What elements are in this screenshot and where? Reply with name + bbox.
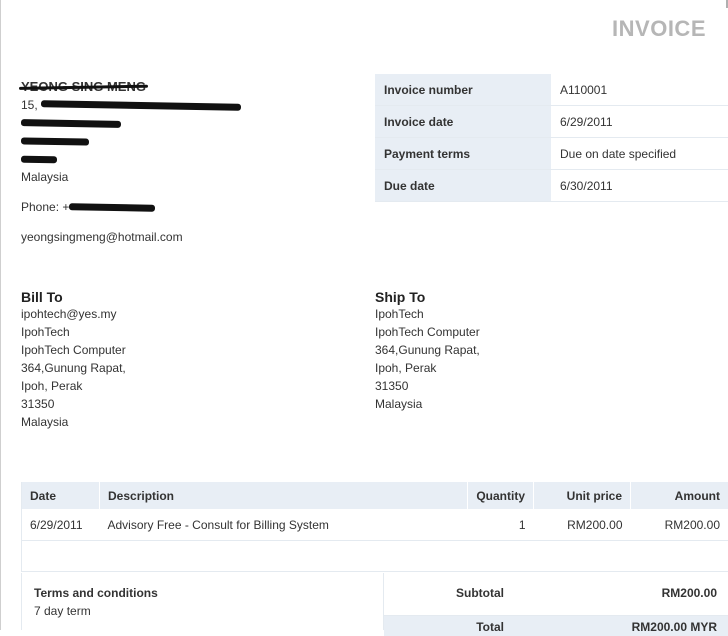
sender-address-line3 [21,132,241,150]
cell-date: 6/29/2011 [22,509,100,541]
meta-value: 6/30/2011 [551,170,728,202]
ship-to-line: Malaysia [375,395,480,413]
totals-block: Subtotal RM200.00 Total RM200.00 MYR [383,573,728,630]
total-row: Total RM200.00 MYR [384,616,728,636]
line-items-table: Date Description Quantity Unit price Amo… [21,482,728,572]
meta-row-invoice-date: Invoice date 6/29/2011 [375,106,728,138]
sender-block: YEONG SING MENG 15, Malaysia Phone: + ye… [21,78,241,246]
ship-to-line: 364,Gunung Rapat, [375,341,480,359]
sender-address-line4 [21,150,241,168]
meta-row-invoice-number: Invoice number A110001 [375,74,728,106]
bill-to-line: IpohTech Computer [21,341,126,359]
bill-to-line: 364,Gunung Rapat, [21,359,126,377]
cell-quantity: 1 [468,509,534,541]
meta-label: Due date [375,170,551,202]
column-header-description: Description [100,482,468,509]
bill-to-line: 31350 [21,395,126,413]
cell-unit-price: RM200.00 [534,509,631,541]
terms-label: Terms and conditions [34,586,158,600]
ship-to-heading: Ship To [375,289,480,305]
redaction-mark [21,119,121,129]
meta-value: 6/29/2011 [551,106,728,138]
sender-phone: Phone: + [21,198,241,216]
redaction-mark [21,155,57,165]
terms-value: 7 day term [34,604,91,618]
meta-label: Payment terms [375,138,551,170]
meta-row-payment-terms: Payment terms Due on date specified [375,138,728,170]
ship-to-line: IpohTech [375,305,480,323]
sender-address-line1: 15, [21,96,241,114]
redaction-mark [41,101,241,111]
subtotal-label: Subtotal [456,586,504,600]
ship-to-line: 31350 [375,377,480,395]
sender-name-redacted: YEONG SING MENG [21,78,146,96]
sender-address-line2 [21,114,241,132]
ship-to-block: Ship To IpohTech IpohTech Computer 364,G… [375,289,480,413]
bill-to-line: Malaysia [21,413,126,431]
invoice-title: INVOICE [612,16,706,42]
bill-to-block: Bill To ipohtech@yes.my IpohTech IpohTec… [21,289,126,431]
meta-label: Invoice date [375,106,551,138]
terms-block: Terms and conditions 7 day term [21,573,384,630]
meta-value: Due on date specified [551,138,728,170]
subtotal-amount: RM200.00 [662,586,717,600]
column-header-date: Date [22,482,100,509]
page-left-edge [0,0,1,630]
redaction-mark [69,203,155,213]
table-row-empty [22,541,728,572]
line-items-header: Date Description Quantity Unit price Amo… [22,482,728,509]
table-row: 6/29/2011 Advisory Free - Consult for Bi… [22,509,728,541]
redaction-mark [21,137,89,147]
total-amount: RM200.00 MYR [632,620,717,634]
subtotal-row: Subtotal RM200.00 [384,573,728,616]
cell-description: Advisory Free - Consult for Billing Syst… [100,509,468,541]
cell-amount: RM200.00 [631,509,728,541]
meta-row-due-date: Due date 6/30/2011 [375,170,728,202]
ship-to-line: Ipoh, Perak [375,359,480,377]
meta-value: A110001 [551,74,728,106]
meta-label: Invoice number [375,74,551,106]
ship-to-line: IpohTech Computer [375,323,480,341]
bill-to-line: Ipoh, Perak [21,377,126,395]
sender-country: Malaysia [21,168,241,186]
invoice-meta-table: Invoice number A110001 Invoice date 6/29… [375,74,728,202]
column-header-unit-price: Unit price [534,482,631,509]
bill-to-line: ipohtech@yes.my [21,305,126,323]
total-label: Total [476,620,504,634]
bill-to-line: IpohTech [21,323,126,341]
bill-to-heading: Bill To [21,289,126,305]
sender-email: yeongsingmeng@hotmail.com [21,228,241,246]
column-header-amount: Amount [631,482,728,509]
column-header-quantity: Quantity [468,482,534,509]
sender-name: YEONG SING MENG [21,78,241,96]
